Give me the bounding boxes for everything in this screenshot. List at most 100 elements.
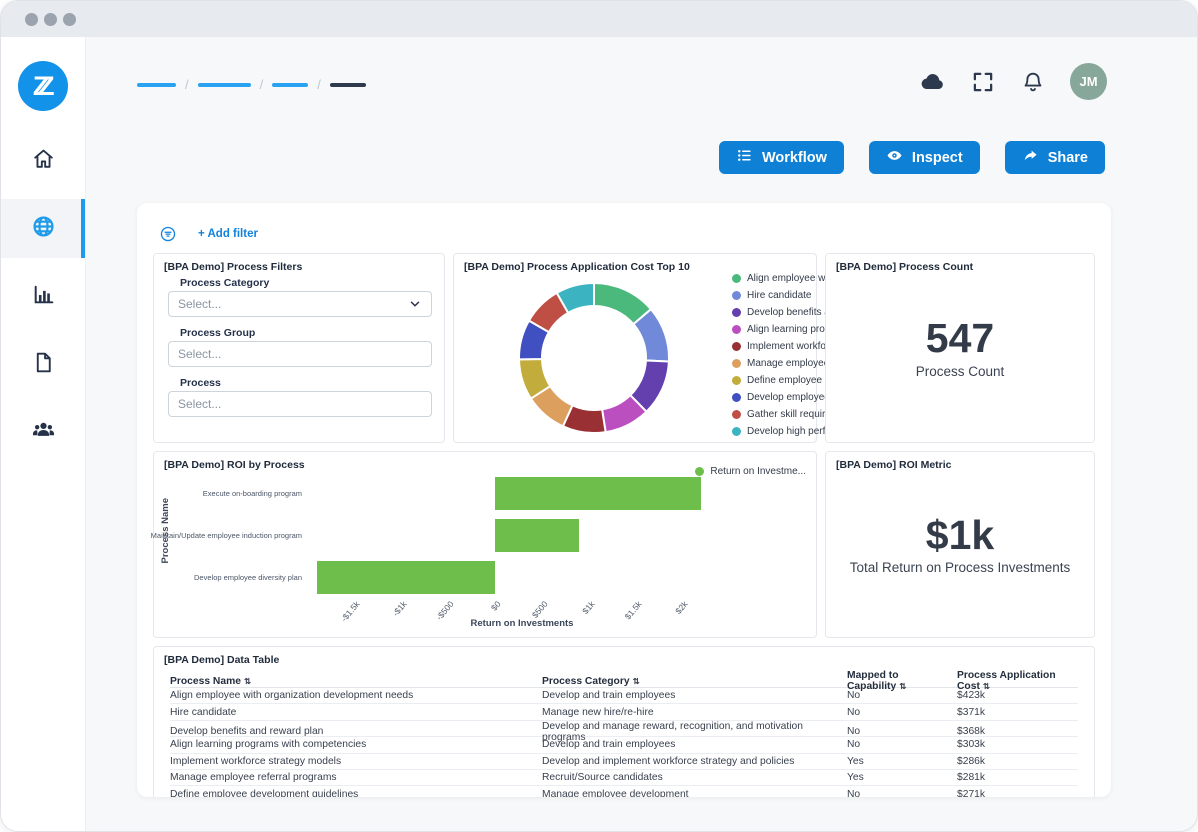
table-row[interactable]: Align employee with organization develop… xyxy=(170,688,1078,704)
breadcrumb-segment[interactable] xyxy=(330,83,366,87)
share-button-label: Share xyxy=(1048,150,1088,166)
sort-icon: ⇅ xyxy=(244,676,251,686)
table-row[interactable]: Manage employee referral programsRecruit… xyxy=(170,770,1078,786)
fullscreen-icon[interactable] xyxy=(970,69,996,95)
sort-icon: ⇅ xyxy=(633,676,640,686)
share-icon xyxy=(1022,147,1039,168)
sidebar-item-processes[interactable] xyxy=(1,199,85,258)
table-cell: Develop benefits and reward plan xyxy=(170,726,542,737)
table-cell: No xyxy=(847,789,957,797)
roi-bar[interactable] xyxy=(495,519,579,552)
breadcrumb: / / / xyxy=(137,79,366,91)
roi-bar[interactable] xyxy=(317,561,495,594)
table-column-header[interactable]: Mapped to Capability⇅ xyxy=(847,670,957,692)
avatar[interactable]: JM xyxy=(1070,63,1107,100)
sidebar-item-home[interactable] xyxy=(1,131,85,190)
table-cell: Implement workforce strategy models xyxy=(170,756,542,767)
breadcrumb-segment[interactable] xyxy=(137,83,176,87)
x-axis-tick: $1k xyxy=(580,599,596,616)
table-row[interactable]: Define employee development guidelinesMa… xyxy=(170,786,1078,797)
table-column-header[interactable]: Process Application Cost⇅ xyxy=(957,670,1078,692)
cloud-icon[interactable] xyxy=(920,69,946,95)
x-axis-tick: -$1k xyxy=(391,599,409,618)
table-cell: Align learning programs with competencie… xyxy=(170,739,542,750)
document-icon xyxy=(31,350,56,380)
legend-dot xyxy=(732,308,741,317)
window-control-dot[interactable] xyxy=(63,13,76,26)
legend-dot xyxy=(732,325,741,334)
roi-metric-value: $1k xyxy=(926,514,994,557)
workflow-button[interactable]: Workflow xyxy=(719,141,844,174)
table-cell: $368k xyxy=(957,726,1078,737)
table-cell: No xyxy=(847,707,957,718)
roi-chart-title: [BPA Demo] ROI by Process xyxy=(164,459,305,471)
process-label: Process xyxy=(180,377,221,389)
process-filters-card: [BPA Demo] Process Filters Process Categ… xyxy=(153,253,445,443)
process-count-label: Process Count xyxy=(916,364,1005,379)
process-category-label: Process Category xyxy=(180,277,269,289)
add-filter-link[interactable]: + Add filter xyxy=(198,228,258,240)
breadcrumb-segment[interactable] xyxy=(272,83,308,87)
table-column-header[interactable]: Process Name⇅ xyxy=(170,676,542,687)
roi-chart-card: [BPA Demo] ROI by Process Return on Inve… xyxy=(153,451,817,638)
breadcrumb-separator: / xyxy=(260,78,264,91)
window-control-dot[interactable] xyxy=(25,13,38,26)
x-axis-tick: -$1.5k xyxy=(339,599,362,624)
inspect-button[interactable]: Inspect xyxy=(869,141,980,174)
window-controls xyxy=(25,13,76,26)
table-row[interactable]: Develop benefits and reward planDevelop … xyxy=(170,721,1078,737)
column-label: Mapped to Capability xyxy=(847,670,898,692)
process-group-select[interactable]: Select... xyxy=(168,341,432,367)
globe-icon xyxy=(31,214,56,244)
sidebar-item-analytics[interactable] xyxy=(1,267,85,326)
table-cell: $271k xyxy=(957,789,1078,797)
action-buttons: Workflow Inspect Share xyxy=(719,141,1105,174)
roi-chart-legend[interactable]: Return on Investme... xyxy=(695,466,806,477)
table-row[interactable]: Implement workforce strategy modelsDevel… xyxy=(170,754,1078,770)
breadcrumb-segment[interactable] xyxy=(198,83,251,87)
sidebar-item-users[interactable] xyxy=(1,403,85,462)
bar-category-label: Maintain/Update employee induction progr… xyxy=(151,519,302,552)
share-button[interactable]: Share xyxy=(1005,141,1105,174)
process-group-label: Process Group xyxy=(180,327,255,339)
dashboard-content: + Add filter [BPA Demo] Process Filters … xyxy=(137,203,1111,797)
roi-metric-label: Total Return on Process Investments xyxy=(850,560,1071,575)
window-control-dot[interactable] xyxy=(44,13,57,26)
home-icon xyxy=(31,146,56,176)
legend-dot xyxy=(695,467,704,476)
table-cell: $286k xyxy=(957,756,1078,767)
table-cell: Hire candidate xyxy=(170,707,542,718)
bar-chart-icon xyxy=(31,282,56,312)
process-value: Select... xyxy=(178,397,221,411)
filter-icon[interactable] xyxy=(159,225,177,243)
legend-label: Return on Investme... xyxy=(710,466,806,477)
roi-bar[interactable] xyxy=(495,477,701,510)
main-area: / / / JM Workflow Inspect Share xyxy=(86,37,1197,831)
column-label: Process Name xyxy=(170,676,241,687)
breadcrumb-separator: / xyxy=(185,78,189,91)
breadcrumb-separator: / xyxy=(317,78,321,91)
table-cell: No xyxy=(847,726,957,737)
process-filters-title: [BPA Demo] Process Filters xyxy=(164,261,302,273)
x-axis-tick: $500 xyxy=(530,599,550,620)
column-label: Process Application Cost xyxy=(957,670,1056,692)
process-category-select[interactable]: Select... xyxy=(168,291,432,317)
application-cost-chart-card: [BPA Demo] Process Application Cost Top … xyxy=(453,253,817,443)
table-cell: Recruit/Source candidates xyxy=(542,772,847,783)
notifications-icon[interactable] xyxy=(1020,69,1046,95)
legend-label: Hire candidate xyxy=(747,290,811,301)
table-row[interactable]: Align learning programs with competencie… xyxy=(170,737,1078,753)
bar-category-label: Execute on-boarding program xyxy=(203,477,302,510)
sidebar-item-documents[interactable] xyxy=(1,335,85,394)
process-select[interactable]: Select... xyxy=(168,391,432,417)
app-logo[interactable]: ZZ xyxy=(18,61,68,111)
table-cell: Develop and train employees xyxy=(542,739,847,750)
legend-dot xyxy=(732,291,741,300)
table-cell: Yes xyxy=(847,756,957,767)
bar-category-label: Develop employee diversity plan xyxy=(194,561,302,594)
data-table-title: [BPA Demo] Data Table xyxy=(164,654,279,666)
table-row[interactable]: Hire candidateManage new hire/re-hireNo$… xyxy=(170,704,1078,720)
table-column-header[interactable]: Process Category⇅ xyxy=(542,676,847,687)
table-cell: $423k xyxy=(957,690,1078,701)
chevron-down-icon xyxy=(408,297,422,311)
